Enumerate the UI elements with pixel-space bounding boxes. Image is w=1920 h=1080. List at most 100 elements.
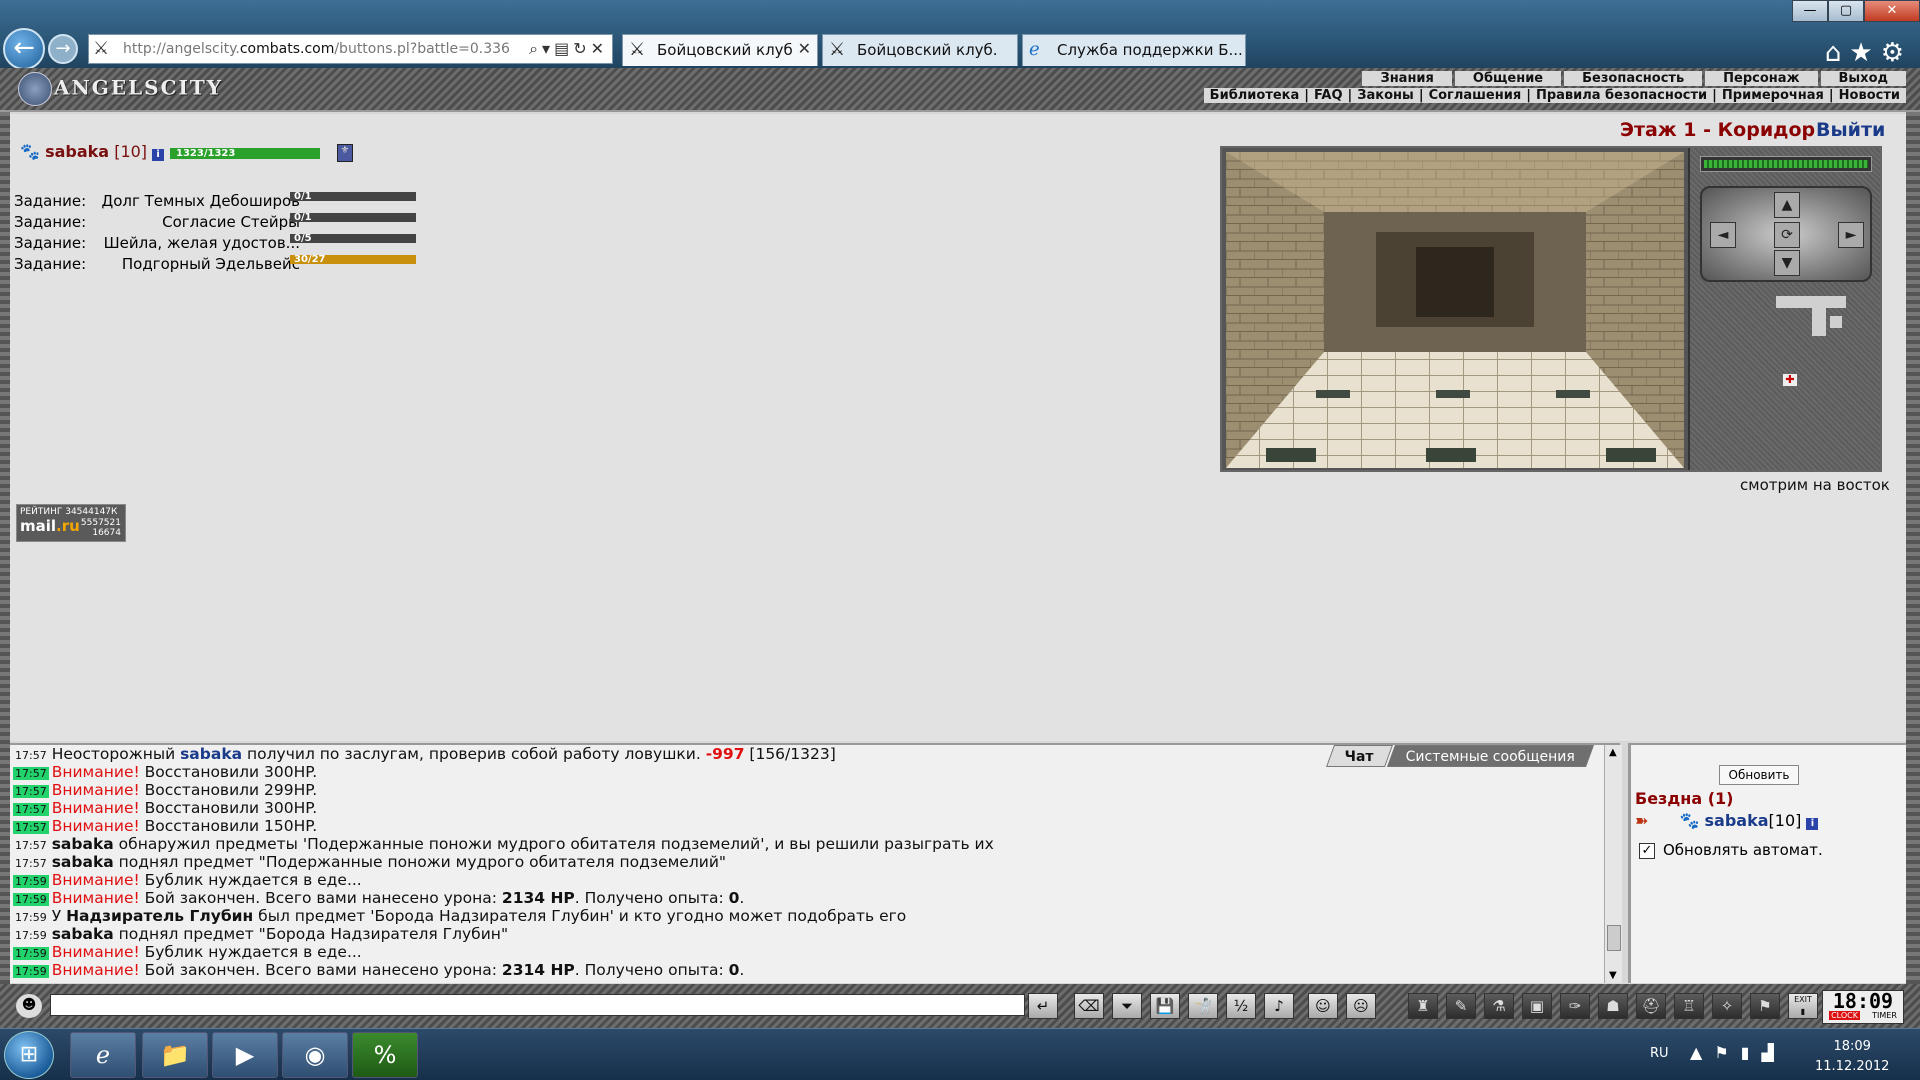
message-time[interactable]: 17:57 bbox=[13, 785, 49, 798]
flag-icon[interactable]: ⚑ bbox=[1750, 993, 1780, 1019]
scroll-up-icon[interactable]: ▲ bbox=[1609, 747, 1617, 758]
message-time[interactable]: 17:57 bbox=[13, 821, 49, 834]
potion-icon[interactable]: ⚗ bbox=[1484, 993, 1514, 1019]
address-bar[interactable]: ⚔ http://angelscity.combats.com/buttons.… bbox=[88, 34, 613, 64]
link-security-rules[interactable]: Правила безопасности bbox=[1536, 88, 1707, 103]
link-library[interactable]: Библиотека bbox=[1210, 88, 1300, 103]
start-button[interactable]: ⊞ bbox=[4, 1031, 54, 1079]
quest-name[interactable]: Подгорный Эдельвейс bbox=[122, 255, 300, 273]
rune-icon[interactable]: ✧ bbox=[1712, 993, 1742, 1019]
window-close-button[interactable]: ✕ bbox=[1864, 0, 1920, 22]
corridor-3d-view[interactable] bbox=[1226, 152, 1684, 468]
message-fragment[interactable]: 0 bbox=[729, 889, 740, 907]
link-agreements[interactable]: Соглашения bbox=[1429, 88, 1522, 103]
menu-item-knowledge[interactable]: Знания bbox=[1361, 71, 1452, 86]
send-enter-icon[interactable]: ↵ bbox=[1028, 993, 1058, 1019]
message-fragment[interactable]: 0 bbox=[729, 961, 740, 979]
chat-input[interactable] bbox=[50, 994, 1025, 1016]
inventory-icon[interactable]: ▣ bbox=[1522, 993, 1552, 1019]
chat-mode-icon[interactable]: ☻ bbox=[16, 994, 42, 1018]
taskbar-ie-icon[interactable]: ℯ bbox=[70, 1032, 136, 1078]
refresh-icon[interactable]: ↻ bbox=[573, 39, 590, 58]
wand-icon[interactable]: ✎ bbox=[1446, 993, 1476, 1019]
home-icon[interactable]: ⌂ bbox=[1825, 38, 1850, 68]
link-laws[interactable]: Законы bbox=[1357, 88, 1414, 103]
compat-icon[interactable]: ▤ bbox=[554, 39, 573, 58]
message-fragment[interactable]: sabaka bbox=[180, 745, 242, 763]
menu-item-communication[interactable]: Общение bbox=[1453, 71, 1562, 86]
smiley-icon[interactable]: ☺ bbox=[1308, 993, 1338, 1019]
message-fragment[interactable]: sabaka bbox=[52, 925, 114, 943]
message-fragment[interactable]: sabaka bbox=[52, 835, 114, 853]
tab-1[interactable]: ⚔ Бойцовский клуб ✕ bbox=[622, 34, 818, 66]
message-time[interactable]: 17:59 bbox=[13, 875, 49, 888]
taskbar-game-icon[interactable]: % bbox=[352, 1032, 418, 1078]
quest-name[interactable]: Долг Темных Дебоширов bbox=[101, 192, 300, 210]
turn-right-arrow-icon[interactable]: ► bbox=[1838, 222, 1864, 248]
message-time[interactable]: 17:59 bbox=[13, 929, 49, 942]
chat-log[interactable]: 17:57 Неосторожный sabaka получил по засл… bbox=[10, 743, 1620, 983]
message-fragment[interactable]: sabaka bbox=[52, 853, 114, 871]
exit-dungeon-link[interactable]: Выйти bbox=[1816, 119, 1885, 141]
message-time[interactable]: 17:57 bbox=[13, 749, 49, 762]
search-icon[interactable]: ⌕ bbox=[529, 39, 542, 58]
move-back-arrow-icon[interactable]: ▼ bbox=[1774, 250, 1800, 276]
emotions-icon[interactable]: ☹ bbox=[1346, 993, 1376, 1019]
fighter-icon[interactable]: 🤺 bbox=[1188, 993, 1218, 1019]
split-icon[interactable]: ½ bbox=[1226, 993, 1256, 1019]
private-message-arrow-icon[interactable]: ➽ bbox=[1635, 811, 1648, 830]
link-news[interactable]: Новости bbox=[1839, 88, 1900, 103]
character-name[interactable]: sabaka bbox=[45, 142, 109, 161]
message-time[interactable]: 17:59 bbox=[13, 911, 49, 924]
mailru-rating-counter[interactable]: РЕЙТИНГ 34544147К mail.ru 5557521 16674 bbox=[16, 504, 126, 542]
tab-chat[interactable]: Чат bbox=[1325, 745, 1393, 767]
menu-item-security[interactable]: Безопасность bbox=[1563, 71, 1703, 86]
checkbox-check-icon[interactable]: ✓ bbox=[1639, 842, 1655, 859]
online-user-name[interactable]: sabaka bbox=[1705, 811, 1769, 830]
link-fitting-room[interactable]: Примерочная bbox=[1722, 88, 1824, 103]
chat-scrollbar[interactable]: ▲ ▼ bbox=[1604, 745, 1622, 983]
action-center-flag-icon[interactable]: ⚑ bbox=[1714, 1043, 1740, 1062]
bag-icon[interactable]: ♜ bbox=[1408, 993, 1438, 1019]
address-bar-actions[interactable]: ⌕▾▤↻✕ bbox=[529, 39, 608, 59]
refresh-button[interactable]: Обновить bbox=[1719, 765, 1799, 785]
move-forward-arrow-icon[interactable]: ▲ bbox=[1774, 192, 1800, 218]
armor-icon[interactable]: ♖ bbox=[1674, 993, 1704, 1019]
tray-expand-icon[interactable]: ▲ bbox=[1690, 1043, 1714, 1062]
message-time[interactable]: 17:59 bbox=[13, 893, 49, 906]
refresh-view-icon[interactable]: ⟳ bbox=[1774, 222, 1800, 248]
scroll-down-icon[interactable]: ▼ bbox=[1609, 970, 1617, 981]
language-indicator[interactable]: RU bbox=[1650, 1046, 1669, 1061]
back-button[interactable]: ← bbox=[3, 28, 45, 70]
battery-icon[interactable]: ▮ bbox=[1741, 1043, 1762, 1062]
taskbar-explorer-icon[interactable]: 📁 bbox=[142, 1032, 208, 1078]
info-icon[interactable]: i bbox=[1806, 818, 1819, 830]
mask-icon[interactable]: ☗ bbox=[1598, 993, 1628, 1019]
tab-close-icon[interactable]: ✕ bbox=[798, 39, 811, 58]
stop-icon[interactable]: ✕ bbox=[591, 39, 608, 58]
network-signal-icon[interactable]: ▟ bbox=[1761, 1043, 1785, 1062]
menu-item-character[interactable]: Персонаж bbox=[1704, 71, 1818, 86]
message-time[interactable]: 17:57 bbox=[13, 839, 49, 852]
clear-eraser-icon[interactable]: ⌫ bbox=[1074, 993, 1104, 1019]
message-time[interactable]: 17:57 bbox=[13, 803, 49, 816]
message-time[interactable]: 17:59 bbox=[13, 965, 49, 978]
save-log-icon[interactable]: 💾 bbox=[1150, 993, 1180, 1019]
site-logo[interactable]: ANGELSCITY bbox=[18, 72, 223, 106]
tab-system-messages[interactable]: Системные сообщения bbox=[1386, 745, 1594, 767]
message-time[interactable]: 17:57 bbox=[13, 767, 49, 780]
message-fragment[interactable]: Надзиратель Глубин bbox=[66, 907, 253, 925]
info-icon[interactable]: i bbox=[152, 149, 165, 161]
system-clock[interactable]: 18:09 11.12.2012 bbox=[1815, 1037, 1889, 1077]
taskbar-chrome-icon[interactable]: ◉ bbox=[282, 1032, 348, 1078]
link-faq[interactable]: FAQ bbox=[1314, 88, 1343, 103]
gear-icon[interactable]: ⚙ bbox=[1881, 38, 1912, 68]
exit-button[interactable]: EXIT ▮ bbox=[1788, 993, 1818, 1019]
message-fragment[interactable]: 2134 HP bbox=[502, 889, 575, 907]
quest-name[interactable]: Шейла, желая удостов... bbox=[104, 234, 300, 252]
turn-left-arrow-icon[interactable]: ◄ bbox=[1710, 222, 1736, 248]
clan-icon[interactable]: ⚜ bbox=[337, 144, 353, 162]
helmet-icon[interactable]: ⛑ bbox=[1636, 993, 1666, 1019]
auto-refresh-checkbox[interactable]: ✓ Обновлять автомат. bbox=[1639, 841, 1823, 859]
forward-button[interactable]: → bbox=[48, 34, 78, 64]
